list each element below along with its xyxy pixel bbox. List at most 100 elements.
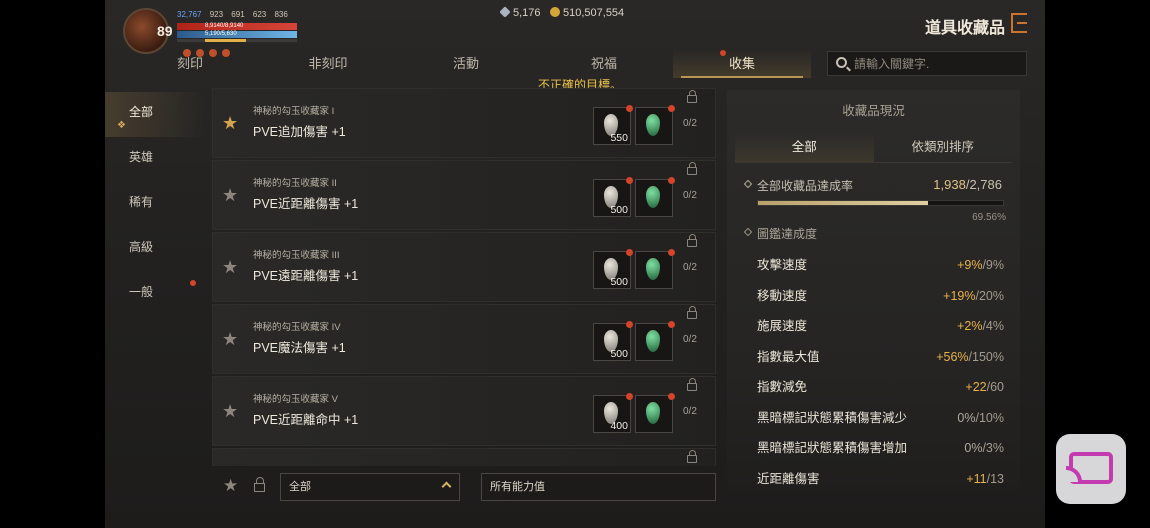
- stat-row: 移動速度 +19%/20%: [757, 281, 1004, 312]
- gold-currency: 510,507,554: [550, 7, 624, 19]
- item-slot[interactable]: 400: [593, 393, 633, 433]
- stat-value: 0%/3%: [964, 441, 1004, 455]
- collection-progress: 0/2: [683, 334, 697, 345]
- item-slot[interactable]: [635, 321, 675, 361]
- item-slot[interactable]: 500: [593, 249, 633, 289]
- screen-cast-button[interactable]: [1056, 434, 1126, 504]
- hud-stat-4: 623: [252, 10, 267, 19]
- collection-row[interactable]: ★ 神秘的勾玉收藏家 V PVE近距離命中 +1 400 0/2: [212, 376, 716, 446]
- achievement-rate: 全部收藏品達成率 1,938/2,786: [743, 177, 1012, 194]
- stat-row: 近距離傷害 +11/13: [757, 464, 1004, 491]
- sidebar-item-rare[interactable]: 稀有: [105, 182, 205, 227]
- gem-icon: [499, 6, 511, 18]
- grade-filter-select[interactable]: 全部: [280, 473, 460, 501]
- search-box[interactable]: [827, 51, 1027, 76]
- exit-icon[interactable]: [1011, 13, 1027, 33]
- stat-row: 黑暗標記狀態累積傷害減少 0%/10%: [757, 403, 1004, 434]
- ability-filter-select[interactable]: 所有能力值: [481, 473, 716, 501]
- item-slot[interactable]: [635, 249, 675, 289]
- tab-blessing[interactable]: 祝福: [535, 50, 673, 78]
- stat-value: +11/13: [966, 471, 1004, 486]
- collection-progress: 0/2: [683, 190, 697, 201]
- lock-icon[interactable]: [687, 306, 697, 319]
- hud-stat-5: 836: [274, 10, 288, 19]
- filter-bar: ★ 全部 所有能力值: [212, 470, 716, 504]
- panel-title: 收藏品現況: [842, 104, 905, 118]
- sidebar-item-label: 全部: [129, 105, 154, 119]
- collection-progress: 0/2: [683, 406, 697, 417]
- favorite-filter-star-icon[interactable]: ★: [223, 476, 238, 496]
- notification-dot: [190, 280, 196, 286]
- favorite-star-icon[interactable]: ★: [222, 113, 238, 134]
- lock-filter-icon[interactable]: [254, 477, 265, 492]
- item-slot[interactable]: 550: [593, 105, 633, 145]
- tab-collect[interactable]: 收集: [673, 50, 811, 78]
- hud-stat-1: 32,767: [177, 10, 202, 19]
- collection-row[interactable]: [212, 448, 716, 466]
- stat-name: 指數最大值: [757, 349, 820, 364]
- mp-bar: 5,190/5,630: [177, 31, 297, 38]
- panel-tab-all[interactable]: 全部: [735, 133, 874, 162]
- achievement-label: 全部收藏品達成率: [757, 179, 854, 193]
- favorite-star-icon[interactable]: ★: [222, 401, 238, 422]
- hud-stats: 32,767 923 691 623 836: [177, 10, 294, 19]
- stat-name: 黑暗標記狀態累積傷害增加: [757, 441, 908, 455]
- sidebar-item-all[interactable]: ❖ 全部: [105, 92, 205, 137]
- ability-filter-value: 所有能力值: [490, 481, 545, 493]
- green-magatama-icon: [646, 186, 660, 208]
- sidebar-item-label: 英雄: [129, 150, 154, 164]
- collection-row[interactable]: ★ 神秘的勾玉收藏家 II PVE近距離傷害 +1 500 0/2: [212, 160, 716, 230]
- collection-name: 神秘的勾玉收藏家 I: [253, 106, 335, 117]
- collection-progress: 0/2: [683, 262, 697, 273]
- lock-icon[interactable]: [687, 450, 697, 463]
- gold-coin-icon: [550, 7, 560, 17]
- item-slot[interactable]: [635, 393, 675, 433]
- tab-non-engrave[interactable]: 非刻印: [259, 50, 397, 78]
- hud-stat-2: 923: [209, 10, 224, 19]
- stat-name: 施展速度: [757, 319, 808, 333]
- collection-row[interactable]: ★ 神秘的勾玉收藏家 I PVE追加傷害 +1 550 0/2: [212, 88, 716, 158]
- achievement-total: /2,786: [965, 177, 1002, 192]
- favorite-star-icon[interactable]: ★: [222, 257, 238, 278]
- collection-row[interactable]: ★ 神秘的勾玉收藏家 IV PVE魔法傷害 +1 500 0/2: [212, 304, 716, 374]
- collection-effect: PVE遠距離傷害 +1: [253, 269, 359, 283]
- sidebar-item-label: 高級: [129, 240, 154, 254]
- sidebar-item-normal[interactable]: 一般: [105, 272, 205, 317]
- achievement-progress-fill: [758, 201, 929, 205]
- lock-icon[interactable]: [687, 162, 697, 175]
- collection-effect: PVE近距離命中 +1: [253, 413, 359, 427]
- hud-stat-3: 691: [231, 10, 245, 19]
- tab-engrave[interactable]: 刻印: [121, 50, 259, 78]
- item-slot[interactable]: [635, 177, 675, 217]
- collection-list[interactable]: ★ 神秘的勾玉收藏家 I PVE追加傷害 +1 550 0/2 ★ 神秘的勾玉收…: [212, 88, 716, 466]
- favorite-star-icon[interactable]: ★: [222, 329, 238, 350]
- panel-tabs: 全部 依類別排序: [735, 133, 1012, 163]
- collection-effect: PVE追加傷害 +1: [253, 125, 346, 139]
- item-slot[interactable]: 500: [593, 321, 633, 361]
- search-icon: [836, 57, 847, 68]
- lock-icon[interactable]: [687, 90, 697, 103]
- favorite-star-icon[interactable]: ★: [222, 185, 238, 206]
- sidebar-item-hero[interactable]: 英雄: [105, 137, 205, 182]
- collection-effect: PVE魔法傷害 +1: [253, 341, 346, 355]
- player-hud[interactable]: 89 32,767 923 691 623 836 8,9140/8,9140 …: [123, 8, 323, 57]
- panel-tab-by-category[interactable]: 依類別排序: [874, 133, 1013, 162]
- sidebar-item-label: 稀有: [129, 195, 154, 209]
- lock-icon[interactable]: [687, 378, 697, 391]
- tab-event[interactable]: 活動: [397, 50, 535, 78]
- item-quantity: 500: [610, 204, 628, 216]
- search-input[interactable]: [854, 55, 1019, 73]
- lock-icon[interactable]: [687, 234, 697, 247]
- stat-name: 近距離傷害: [757, 471, 820, 486]
- achievement-count: 1,938/2,786: [933, 177, 1002, 192]
- gem-amount: 5,176: [513, 7, 541, 19]
- main-tabs: 刻印 非刻印 活動 祝福 收集: [121, 50, 811, 78]
- collection-row[interactable]: ★ 神秘的勾玉收藏家 III PVE遠距離傷害 +1 500 0/2: [212, 232, 716, 302]
- item-slot[interactable]: 500: [593, 177, 633, 217]
- green-magatama-icon: [646, 402, 660, 424]
- achievement-percent: 69.56%: [972, 212, 1006, 223]
- page-title: 道具收藏品: [924, 20, 1005, 37]
- sidebar-item-advanced[interactable]: 高級: [105, 227, 205, 272]
- item-slot[interactable]: [635, 105, 675, 145]
- codex-label: 圖鑑達成度: [757, 227, 818, 241]
